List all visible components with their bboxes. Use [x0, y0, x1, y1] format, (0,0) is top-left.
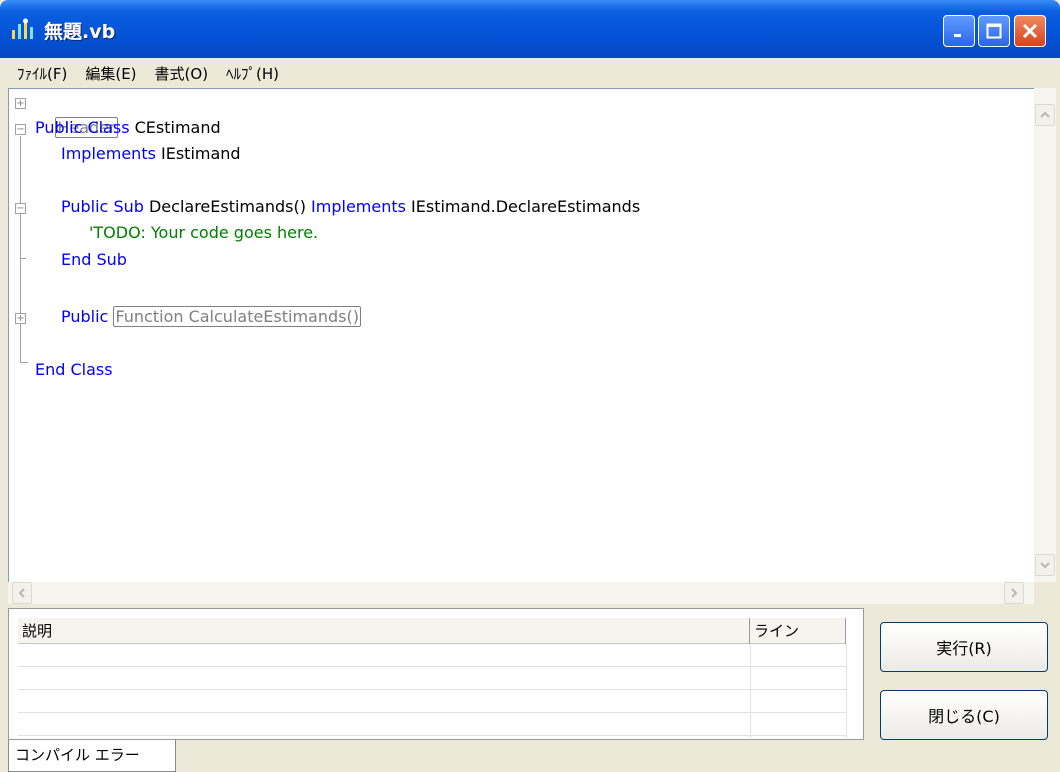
- minimize-button[interactable]: [943, 15, 975, 47]
- identifier: CEstimand: [134, 118, 221, 137]
- collapsed-region-function[interactable]: Function CalculateEstimands(): [113, 306, 361, 327]
- identifier: IEstimand.DeclareEstimands: [411, 197, 641, 216]
- menu-edit[interactable]: 編集(E): [76, 61, 145, 86]
- keyword: Public: [61, 307, 114, 326]
- code-line-function: Public Function CalculateEstimands(): [61, 304, 361, 330]
- keyword: Public Class: [35, 118, 135, 137]
- fold-guide-sub-end: [20, 258, 26, 259]
- code-line-end-class: End Class: [35, 357, 113, 383]
- code-editor[interactable]: + − − + Header Public Class CEstimand Im…: [8, 88, 1034, 582]
- fold-guide: [20, 136, 21, 362]
- collapse-sub-icon[interactable]: −: [15, 203, 26, 214]
- scroll-right-button[interactable]: [1004, 582, 1024, 604]
- close-window-button[interactable]: [1014, 15, 1046, 47]
- code-line-sub: Public Sub DeclareEstimands() Implements…: [61, 194, 640, 220]
- title-bar[interactable]: 無題.vb: [0, 0, 1060, 58]
- keyword: End Sub: [61, 250, 127, 269]
- vertical-scrollbar[interactable]: [1034, 88, 1056, 582]
- chevron-up-icon: [1040, 111, 1050, 118]
- close-icon: [1022, 23, 1038, 39]
- window-title: 無題.vb: [44, 21, 116, 43]
- chevron-left-icon: [18, 588, 25, 598]
- column-divider: [750, 644, 751, 738]
- expand-function-icon[interactable]: +: [15, 313, 26, 324]
- identifier: DeclareEstimands(): [148, 197, 312, 216]
- chevron-down-icon: [1040, 562, 1050, 569]
- keyword: Implements: [61, 144, 162, 163]
- menu-file[interactable]: ﾌｧｲﾙ(F): [8, 61, 76, 86]
- table-row[interactable]: [18, 644, 846, 667]
- menu-bar: ﾌｧｲﾙ(F) 編集(E) 書式(O) ﾍﾙﾌﾟ(H): [2, 58, 1058, 88]
- code-line-implements: Implements IEstimand: [61, 141, 241, 167]
- maximize-icon: [986, 23, 1002, 39]
- keyword: Implements: [311, 197, 412, 216]
- maximize-button[interactable]: [978, 15, 1010, 47]
- menu-help[interactable]: ﾍﾙﾌﾟ(H): [217, 61, 288, 86]
- expand-header-icon[interactable]: +: [15, 98, 26, 109]
- scroll-down-button[interactable]: [1035, 554, 1055, 576]
- error-grid[interactable]: [18, 644, 846, 738]
- error-grid-header: 説明 ライン: [18, 618, 846, 644]
- minimize-icon: [954, 34, 961, 37]
- keyword: End Class: [35, 360, 113, 379]
- close-button[interactable]: 閉じる(C): [880, 690, 1048, 740]
- scroll-up-button[interactable]: [1035, 104, 1055, 126]
- scroll-left-button[interactable]: [12, 582, 32, 604]
- table-row[interactable]: [18, 690, 846, 713]
- run-button[interactable]: 実行(R): [880, 622, 1048, 672]
- identifier: IEstimand: [161, 144, 241, 163]
- keyword: Public Sub: [61, 197, 149, 216]
- column-header-description[interactable]: 説明: [18, 618, 750, 644]
- fold-guide-end: [20, 362, 28, 363]
- table-row[interactable]: [18, 667, 846, 690]
- menu-format[interactable]: 書式(O): [146, 61, 218, 86]
- code-line-header: Header: [35, 89, 118, 138]
- table-row[interactable]: [18, 713, 846, 736]
- vb-app-icon: [12, 18, 33, 39]
- tab-compile-errors[interactable]: コンパイル エラー: [8, 740, 176, 772]
- collapse-class-icon[interactable]: −: [15, 124, 26, 135]
- column-header-line[interactable]: ライン: [750, 618, 846, 644]
- chevron-right-icon: [1011, 588, 1018, 598]
- column-divider: [846, 644, 847, 738]
- horizontal-scrollbar[interactable]: [8, 582, 1034, 604]
- code-line-comment: 'TODO: Your code goes here.: [89, 220, 318, 246]
- comment: 'TODO: Your code goes here.: [89, 223, 319, 242]
- code-line-end-sub: End Sub: [61, 247, 127, 273]
- code-line-class: Public Class CEstimand: [35, 115, 221, 141]
